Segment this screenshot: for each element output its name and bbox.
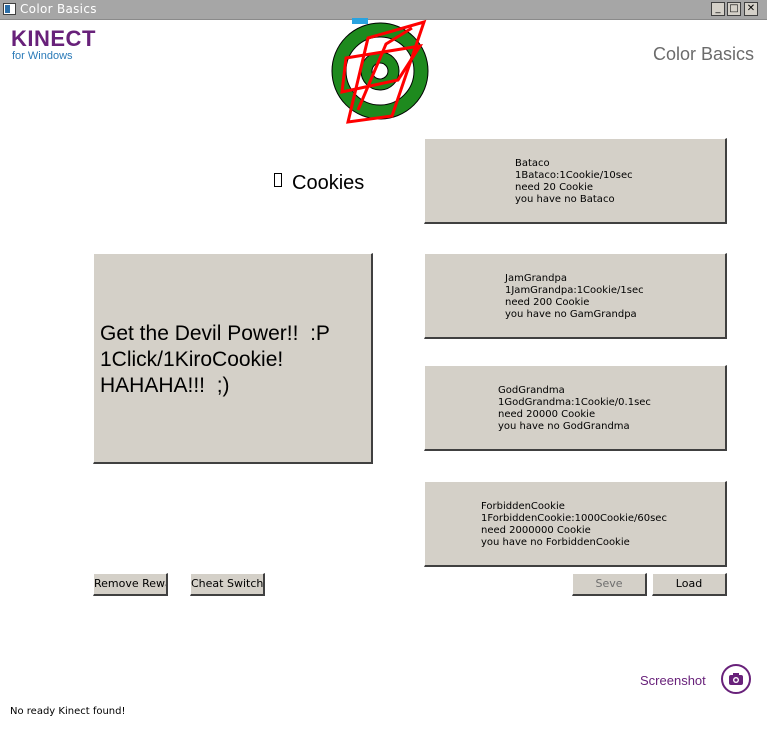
minimize-button[interactable]: _ [711, 2, 725, 16]
upgrade-bataco-button[interactable]: Bataco 1Bataco:1Cookie/10sec need 20 Coo… [424, 138, 727, 224]
maximize-button[interactable]: □ [727, 2, 741, 16]
kinect-logo: KINECT for Windows [11, 28, 96, 63]
upgrade-jamgrandpa-label: JamGrandpa 1JamGrandpa:1Cookie/1sec need… [505, 273, 644, 320]
window-titlebar[interactable]: Color Basics _ □ ✕ [0, 0, 767, 20]
load-button[interactable]: Load [652, 573, 727, 596]
screenshot-button[interactable] [721, 664, 751, 694]
cookie-counter: Cookies [274, 172, 364, 195]
save-button[interactable]: Seve [572, 573, 647, 596]
remove-reward-button[interactable]: Remove Rewa [93, 573, 168, 596]
close-button[interactable]: ✕ [744, 2, 758, 16]
kinect-logo-subtitle: for Windows [12, 50, 73, 62]
upgrade-bataco-label: Bataco 1Bataco:1Cookie/10sec need 20 Coo… [515, 158, 633, 205]
upgrade-forbiddencookie-label: ForbiddenCookie 1ForbiddenCookie:1000Coo… [481, 501, 667, 548]
kinect-logo-title: KINECT [11, 26, 96, 51]
upgrade-jamgrandpa-button[interactable]: JamGrandpa 1JamGrandpa:1Cookie/1sec need… [424, 253, 727, 339]
missing-glyph-icon [274, 173, 282, 187]
status-text: No ready Kinect found! [10, 706, 126, 717]
window-title: Color Basics [20, 2, 97, 16]
screenshot-label[interactable]: Screenshot [640, 673, 706, 688]
camera-icon [729, 673, 743, 685]
target-icon [328, 18, 434, 124]
upgrade-forbiddencookie-button[interactable]: ForbiddenCookie 1ForbiddenCookie:1000Coo… [424, 481, 727, 567]
devil-power-button[interactable]: Get the Devil Power!! :P 1Click/1KiroCoo… [93, 253, 373, 464]
upgrade-godgrandma-button[interactable]: GodGrandma 1GodGrandma:1Cookie/0.1sec ne… [424, 365, 727, 451]
devil-power-label: Get the Devil Power!! :P 1Click/1KiroCoo… [100, 322, 330, 397]
app-title: Color Basics [652, 44, 754, 64]
app-icon [3, 3, 16, 15]
cookie-counter-label: Cookies [292, 172, 365, 194]
cheat-switch-button[interactable]: Cheat Switch [190, 573, 265, 596]
upgrade-godgrandma-label: GodGrandma 1GodGrandma:1Cookie/0.1sec ne… [498, 385, 651, 432]
